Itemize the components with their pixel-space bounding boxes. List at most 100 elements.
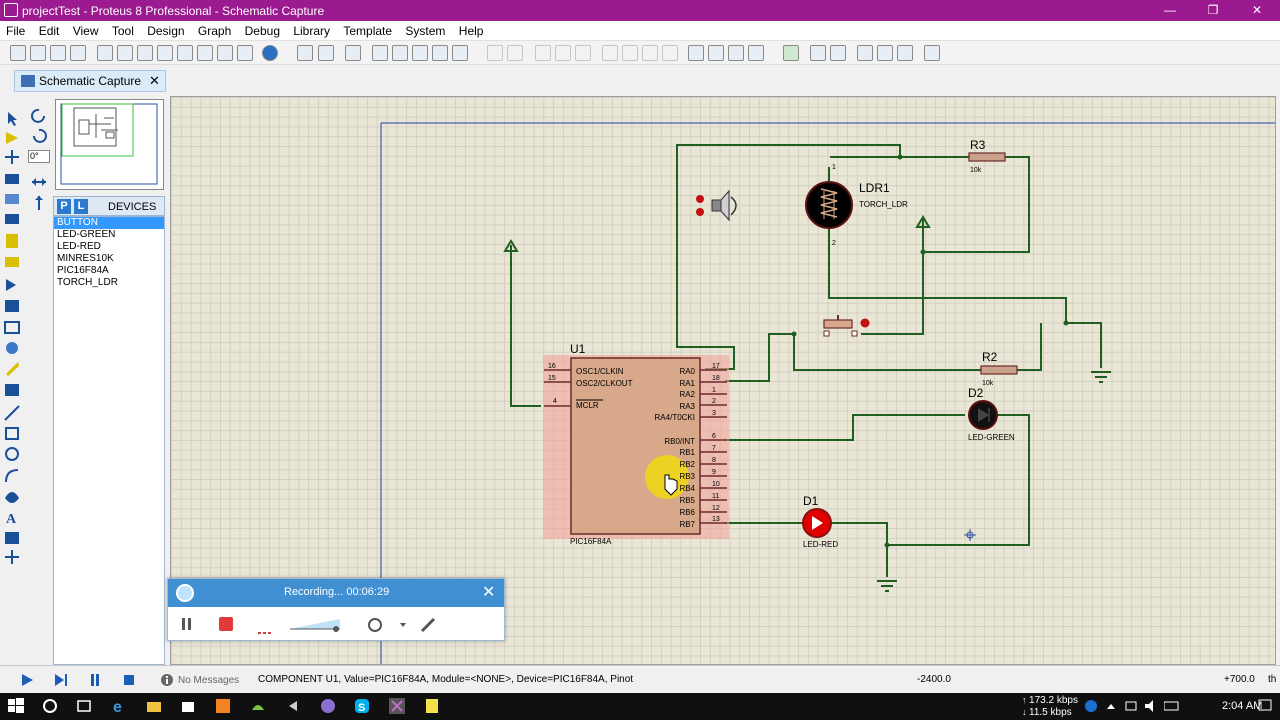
origin-icon[interactable] bbox=[345, 45, 361, 61]
pan-icon[interactable] bbox=[372, 45, 388, 61]
grid-icon[interactable] bbox=[318, 45, 334, 61]
vsm-studio-icon[interactable] bbox=[237, 45, 253, 61]
taskbar-clock[interactable]: 2:04 AM bbox=[1222, 700, 1262, 712]
gerber-icon[interactable] bbox=[177, 45, 193, 61]
menu-design[interactable]: Design bbox=[143, 21, 188, 38]
menu-system[interactable]: System bbox=[401, 21, 449, 38]
step-simulation-icon[interactable] bbox=[54, 673, 68, 687]
ldr1-value: TORCH_LDR bbox=[859, 200, 908, 209]
close-project-icon[interactable] bbox=[70, 45, 86, 61]
minimize-button[interactable]: — bbox=[1155, 2, 1185, 19]
skype-icon[interactable]: S bbox=[354, 698, 370, 714]
search-icon[interactable] bbox=[42, 698, 58, 714]
messages-label[interactable]: No Messages bbox=[178, 675, 239, 686]
block-copy-icon[interactable] bbox=[602, 45, 618, 61]
redo-icon[interactable] bbox=[507, 45, 523, 61]
device-item[interactable]: LED-GREEN bbox=[54, 229, 164, 241]
task-view-icon[interactable] bbox=[76, 698, 92, 714]
media-app-icon[interactable] bbox=[285, 698, 301, 714]
d1-led-component bbox=[802, 508, 832, 538]
new-file-icon[interactable] bbox=[10, 45, 26, 61]
design-explorer-icon[interactable] bbox=[197, 45, 213, 61]
packaging-tool-icon[interactable] bbox=[728, 45, 744, 61]
menu-edit[interactable]: Edit bbox=[35, 21, 64, 38]
menu-view[interactable]: View bbox=[69, 21, 103, 38]
undo-icon[interactable] bbox=[487, 45, 503, 61]
zoom-in-icon[interactable] bbox=[392, 45, 408, 61]
menu-help[interactable]: Help bbox=[455, 21, 488, 38]
pcb-layout-icon[interactable] bbox=[137, 45, 153, 61]
cut-icon[interactable] bbox=[535, 45, 551, 61]
property-assign-icon[interactable] bbox=[830, 45, 846, 61]
help-tray-icon[interactable] bbox=[1084, 699, 1100, 715]
menu-graph[interactable]: Graph bbox=[194, 21, 235, 38]
remove-sheet-icon[interactable] bbox=[877, 45, 893, 61]
make-device-icon[interactable] bbox=[708, 45, 724, 61]
save-icon[interactable] bbox=[50, 45, 66, 61]
info-icon[interactable] bbox=[160, 673, 174, 687]
library-manager-button[interactable]: L bbox=[74, 199, 88, 214]
block-move-icon[interactable] bbox=[622, 45, 638, 61]
volume-tray-icon[interactable] bbox=[1144, 699, 1160, 715]
exit-to-parent-icon[interactable] bbox=[897, 45, 913, 61]
refresh-icon[interactable] bbox=[297, 45, 313, 61]
rotation-angle-field[interactable]: 0° bbox=[28, 150, 50, 163]
tab-close-icon[interactable]: ✕ bbox=[149, 73, 160, 89]
device-item[interactable]: LED-RED bbox=[54, 241, 164, 253]
wire-autorouter-icon[interactable] bbox=[783, 45, 799, 61]
decompose-icon[interactable] bbox=[748, 45, 764, 61]
copy-icon[interactable] bbox=[555, 45, 571, 61]
block-delete-icon[interactable] bbox=[662, 45, 678, 61]
pick-device-button[interactable]: P bbox=[57, 199, 71, 214]
menu-tool[interactable]: Tool bbox=[108, 21, 138, 38]
windows-start-icon[interactable] bbox=[8, 698, 24, 714]
device-item[interactable]: BUTTON bbox=[54, 217, 164, 229]
menu-library[interactable]: Library bbox=[289, 21, 334, 38]
paint-app-icon[interactable] bbox=[215, 698, 231, 714]
network-tray-icon[interactable] bbox=[1124, 699, 1140, 715]
schematic-icon[interactable] bbox=[117, 45, 133, 61]
device-item[interactable]: MINRES10K bbox=[54, 253, 164, 265]
paste-icon[interactable] bbox=[575, 45, 591, 61]
keyboard-tray-icon[interactable] bbox=[1164, 699, 1180, 715]
chromium-app-icon[interactable] bbox=[320, 698, 336, 714]
device-item[interactable]: PIC16F84A bbox=[54, 265, 164, 277]
help-icon[interactable] bbox=[262, 45, 278, 61]
file-explorer-icon[interactable] bbox=[146, 698, 162, 714]
pick-device-icon[interactable] bbox=[688, 45, 704, 61]
menu-template[interactable]: Template bbox=[339, 21, 396, 38]
bom-icon[interactable] bbox=[217, 45, 233, 61]
notifications-icon[interactable] bbox=[1258, 699, 1274, 715]
recorder-close-icon[interactable]: ✕ bbox=[482, 582, 495, 602]
proteus-taskbar-icon[interactable] bbox=[389, 698, 405, 714]
menu-file[interactable]: File bbox=[2, 21, 29, 38]
menu-debug[interactable]: Debug bbox=[241, 21, 284, 38]
home-icon[interactable] bbox=[97, 45, 113, 61]
pause-simulation-icon[interactable] bbox=[88, 673, 102, 687]
netlist-icon[interactable] bbox=[924, 45, 940, 61]
block-rotate-icon[interactable] bbox=[642, 45, 658, 61]
stop-simulation-icon[interactable] bbox=[122, 673, 136, 687]
overview-window[interactable] bbox=[55, 99, 164, 190]
r2-ref: R2 bbox=[982, 350, 998, 364]
search-tag-icon[interactable] bbox=[810, 45, 826, 61]
zoom-area-icon[interactable] bbox=[452, 45, 468, 61]
voltage-probe-icon bbox=[6, 362, 19, 376]
edge-browser-icon[interactable]: e bbox=[112, 698, 128, 714]
close-button[interactable]: ✕ bbox=[1242, 2, 1272, 19]
play-simulation-icon[interactable] bbox=[20, 673, 34, 687]
u1-pin-name: RA4/T0CKI bbox=[655, 413, 695, 422]
android-app-icon[interactable] bbox=[250, 698, 266, 714]
tray-arrow-icon[interactable] bbox=[1104, 699, 1120, 715]
store-icon[interactable] bbox=[180, 698, 196, 714]
notes-app-icon[interactable] bbox=[424, 698, 440, 714]
device-list: BUTTON LED-GREEN LED-RED MINRES10K PIC16… bbox=[53, 216, 165, 665]
open-folder-icon[interactable] bbox=[30, 45, 46, 61]
restore-button[interactable]: ❐ bbox=[1198, 2, 1228, 19]
zoom-out-icon[interactable] bbox=[412, 45, 428, 61]
zoom-all-icon[interactable] bbox=[432, 45, 448, 61]
3d-viewer-icon[interactable] bbox=[157, 45, 173, 61]
new-sheet-icon[interactable] bbox=[857, 45, 873, 61]
tab-schematic-capture[interactable]: Schematic Capture ✕ bbox=[14, 70, 166, 92]
device-item[interactable]: TORCH_LDR bbox=[54, 277, 164, 289]
